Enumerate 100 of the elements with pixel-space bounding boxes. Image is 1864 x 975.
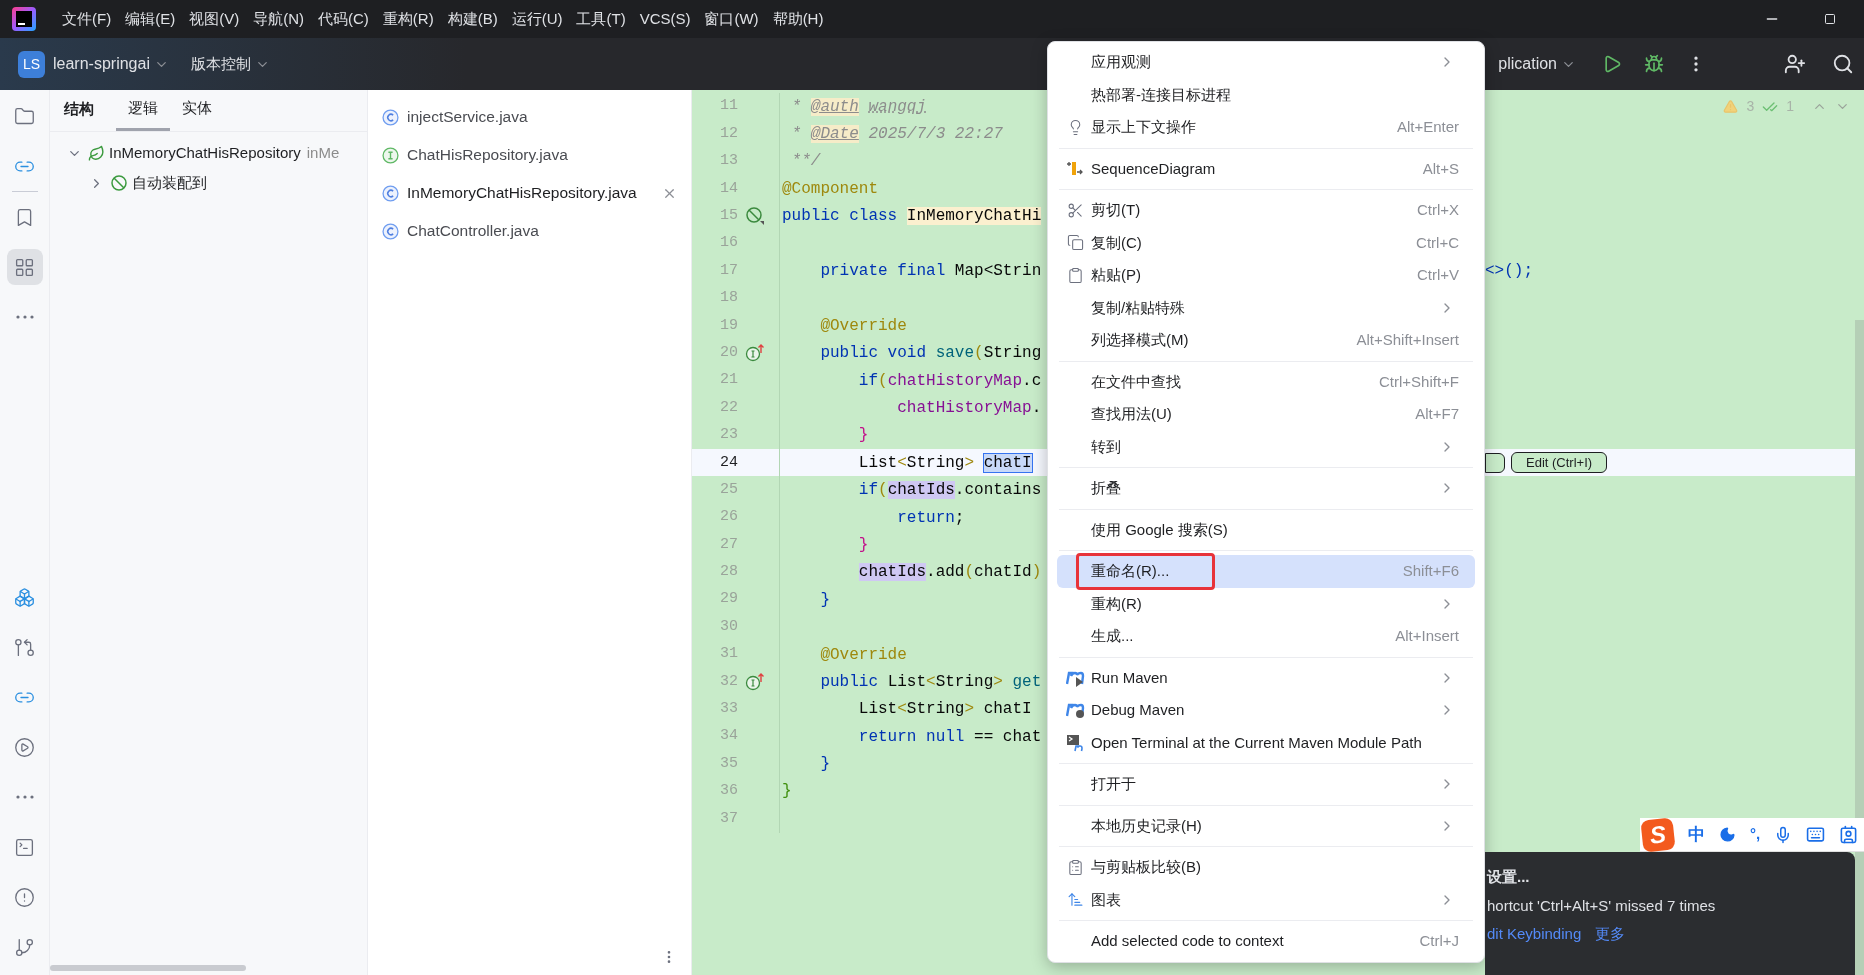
menu-item[interactable]: 本地历史记录(H): [1057, 809, 1475, 842]
tree-item-hint: inMe: [306, 142, 340, 163]
menu-item[interactable]: 剪切(T) Ctrl+X: [1057, 194, 1475, 227]
menu-item[interactable]: 使用 Google 搜索(S): [1057, 513, 1475, 546]
warning-icon: [1723, 99, 1739, 114]
menu-item[interactable]: 折叠: [1057, 472, 1475, 505]
menu-item[interactable]: 复制(C) Ctrl+C: [1057, 226, 1475, 259]
menu-item[interactable]: 在文件中查找 Ctrl+Shift+F: [1057, 365, 1475, 398]
line-number: 33: [719, 699, 738, 720]
menu-item[interactable]: 与剪贴板比较(B): [1057, 851, 1475, 884]
vertical-scrollbar[interactable]: [1855, 320, 1864, 975]
notification-link[interactable]: 更多: [1595, 923, 1626, 946]
line-number: 32: [719, 671, 738, 692]
menu-item[interactable]: 查找用法(U) Alt+F7: [1057, 398, 1475, 431]
file-item[interactable]: ChatHisRepository.java: [407, 143, 568, 167]
menu-item[interactable]: 复制/粘贴特殊: [1057, 291, 1475, 324]
code-line: * @auth wangqj: [790, 96, 927, 118]
menu-item[interactable]: 重命名(R)... Shift+F6: [1057, 555, 1475, 588]
autowired-icon: [110, 174, 128, 192]
class-icon: [382, 184, 399, 202]
run-config-dropdown[interactable]: plication: [1498, 52, 1576, 76]
menu-item[interactable]: 代码(C): [318, 7, 369, 31]
shortcut: Alt+Insert: [1395, 626, 1459, 646]
file-item[interactable]: ChatController.java: [407, 219, 539, 243]
menu-item[interactable]: 窗口(W): [704, 7, 759, 31]
problems-icon: [14, 886, 35, 908]
menu-item[interactable]: 列选择模式(M) Alt+Shift+Insert: [1057, 324, 1475, 357]
moon-icon[interactable]: [1719, 826, 1736, 843]
diagram-icon: [1066, 891, 1084, 909]
menu-item[interactable]: 生成... Alt+Insert: [1057, 620, 1475, 653]
menu-item[interactable]: 图表: [1057, 883, 1475, 916]
horizontal-scrollbar[interactable]: [50, 965, 246, 971]
tool-window-button[interactable]: [6, 249, 43, 285]
sequence-diagram-icon: [1066, 159, 1084, 178]
menu-item[interactable]: Debug Maven: [1057, 694, 1475, 727]
menu-item[interactable]: VCS(S): [639, 7, 691, 31]
code-line: * @Date 2025/7/3 22:27: [790, 124, 1003, 146]
endpoints-icon[interactable]: [15, 795, 34, 799]
line-number: 16: [719, 233, 738, 254]
implements-icon[interactable]: [745, 671, 765, 692]
debug-icon[interactable]: [1644, 54, 1664, 74]
services-icon: [14, 736, 35, 758]
menu-item[interactable]: 转到: [1057, 430, 1475, 463]
add-user-icon[interactable]: [1784, 53, 1806, 75]
tree-item[interactable]: InMemoryChatHisRepository: [109, 141, 301, 165]
search-icon[interactable]: [1832, 53, 1854, 75]
code-line: List<String> chatI: [857, 699, 1032, 721]
code-line: List<String> chatI: [857, 452, 1032, 474]
menu-item[interactable]: 构建(B): [447, 7, 498, 31]
run-icon[interactable]: [1602, 54, 1622, 74]
shortcut: Alt+S: [1422, 158, 1459, 179]
maven-terminal-icon: [1065, 733, 1085, 752]
menu-item[interactable]: 应用观测: [1057, 46, 1475, 79]
implements-icon[interactable]: [745, 343, 765, 364]
menu-item[interactable]: 运行(U): [511, 7, 563, 31]
menu-item[interactable]: Add selected code to context Ctrl+J: [1057, 925, 1475, 958]
menu-item[interactable]: 显示上下文操作 Alt+Enter: [1057, 111, 1475, 144]
line-number: 24: [719, 452, 738, 473]
menu-item[interactable]: 重构(R): [1057, 587, 1475, 620]
tree-item[interactable]: 自动装配到: [132, 171, 207, 195]
menu-item[interactable]: 热部署-连接目标进程: [1057, 78, 1475, 111]
menu-item[interactable]: 导航(N): [253, 7, 304, 31]
line-number: 26: [719, 507, 738, 528]
vcs-dropdown[interactable]: 版本控制: [190, 52, 270, 76]
line-number: 14: [719, 178, 738, 199]
menu-item[interactable]: 打开于: [1057, 768, 1475, 801]
menu-item[interactable]: 工具(T): [576, 7, 626, 31]
ime-mode[interactable]: 中: [1688, 821, 1705, 848]
menu-item[interactable]: SequenceDiagram Alt+S: [1057, 152, 1475, 185]
menu-item[interactable]: Run Maven: [1057, 661, 1475, 694]
scissors-icon: [1066, 201, 1084, 219]
file-item[interactable]: InMemoryChatHisRepository.java: [407, 181, 637, 205]
code-line: if(chatIds.contains: [857, 480, 1042, 502]
clipboard-compare-icon: [1066, 858, 1084, 876]
menu-item[interactable]: 帮助(H): [772, 7, 824, 31]
menu-item[interactable]: 视图(V): [189, 7, 240, 31]
edit-button[interactable]: Edit (Ctrl+I): [1511, 452, 1608, 474]
menu-item[interactable]: Open Terminal at the Current Maven Module Path: [1057, 726, 1475, 759]
menu-item[interactable]: 粘贴(P) Ctrl+V: [1057, 259, 1475, 292]
notification-link[interactable]: dit Keybinding: [1487, 923, 1582, 946]
tab[interactable]: 逻辑: [116, 96, 170, 131]
file-item[interactable]: injectService.java: [407, 105, 528, 129]
commit-icon: [14, 636, 35, 658]
inline-hint-button[interactable]: [1485, 452, 1505, 473]
bean-off-icon[interactable]: [745, 206, 765, 227]
user-card-icon[interactable]: [1839, 825, 1859, 844]
shortcut: Alt+Shift+Insert: [1356, 330, 1459, 350]
keyboard-icon[interactable]: [1806, 825, 1826, 844]
menu-item[interactable]: 重构(R): [382, 7, 434, 31]
menu-item[interactable]: 编辑(E): [125, 7, 176, 31]
project-dropdown[interactable]: learn-springai: [53, 52, 169, 76]
restore-icon[interactable]: [1824, 13, 1836, 25]
project-icon: [14, 105, 35, 127]
tab[interactable]: 实体: [170, 96, 224, 131]
code-line: public class InMemoryChatHi: [782, 206, 1042, 228]
menu-item[interactable]: 文件(F): [62, 7, 112, 31]
line-number: 35: [719, 753, 738, 774]
ime-punctuation[interactable]: °,: [1750, 823, 1761, 846]
code-line: @Override: [819, 315, 907, 337]
line-number: 28: [719, 562, 738, 583]
